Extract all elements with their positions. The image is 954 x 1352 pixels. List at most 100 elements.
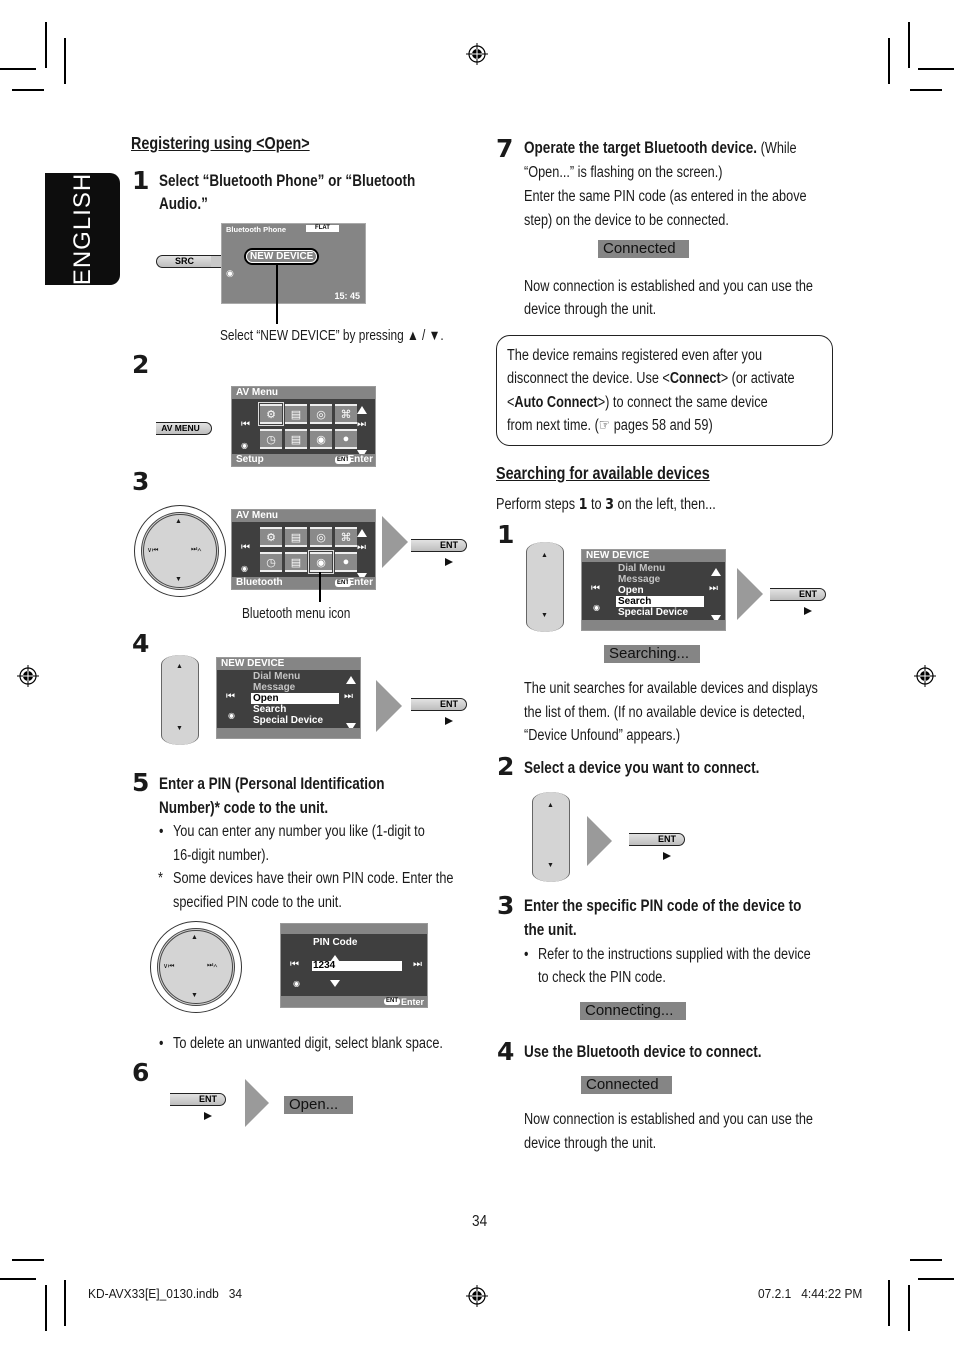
next-track-icon: ⏭ (709, 583, 718, 594)
disc-menu-icon[interactable]: ● (335, 429, 357, 449)
src-button[interactable]: SRC (156, 255, 212, 268)
bluetooth-icon: ◉ (241, 564, 248, 573)
registration-mark-icon (17, 665, 39, 687)
control-dial[interactable]: ▲ ▼ ∨⏮ ⏭∧ (150, 921, 242, 1013)
status-open: Open... (284, 1096, 353, 1114)
display-menu-icon[interactable]: ⌘ (335, 527, 357, 547)
menu-item-message[interactable]: Message (253, 682, 295, 693)
ent-button[interactable]: ENT (629, 833, 685, 846)
prev-track-icon: ⏮ (290, 959, 299, 970)
lcd-footer (582, 620, 725, 630)
display-menu-icon[interactable]: ⌘ (335, 404, 357, 424)
disc-menu-icon[interactable]: ● (335, 552, 357, 572)
bullet-text: 16-digit number). (173, 847, 270, 864)
up-down-rocker[interactable]: ▲ ▼ (526, 542, 564, 632)
lcd-av-menu-bluetooth: AV Menu ⏮ ⏭ ◉ ⚙ ▤ ◎ ⌘ ◷ ▤ ◉ ● Bluetooth … (231, 509, 376, 590)
lcd-new-device-open: NEW DEVICE Dial Menu Message Open Search… (216, 657, 361, 739)
next-arrow-icon (737, 568, 763, 620)
callout-line (276, 264, 278, 324)
equalizer-menu-icon[interactable]: ▤ (285, 527, 307, 547)
bullet-text: Refer to the instructions supplied with … (538, 946, 811, 963)
note-text: > (or activate (720, 370, 795, 387)
ent-button-label: ENT (658, 834, 676, 844)
bullet: • (159, 1035, 164, 1052)
callout-new-device: Select “NEW DEVICE” by pressing ▲ / ▼. (220, 328, 444, 344)
dial-right-icon: ⏭∧ (207, 962, 218, 969)
list-menu-icon[interactable]: ▤ (285, 429, 307, 449)
ent-button[interactable]: ENT (170, 1093, 226, 1106)
sound-menu-icon[interactable]: ◎ (310, 527, 332, 547)
lcd-footer-label: Setup (236, 454, 264, 465)
lcd-footer-label: Bluetooth (236, 577, 283, 588)
step-title: the unit. (524, 921, 577, 939)
auto-connect-menu-name: Auto Connect (514, 394, 598, 411)
list-menu-icon[interactable]: ▤ (285, 552, 307, 572)
step-number: 1 (132, 166, 150, 195)
step-text: Enter the same PIN code (as entered in t… (524, 188, 807, 205)
lcd-title: NEW DEVICE (217, 658, 360, 670)
lcd-footer: Setup ENT Enter (232, 454, 375, 466)
menu-item-dial-menu[interactable]: Dial Menu (253, 671, 300, 682)
menu-item-search[interactable]: Search (253, 704, 286, 715)
note-text: < (507, 394, 515, 411)
crop-mark (910, 1259, 942, 1261)
step-text: “Device Unfound” appears.) (524, 727, 681, 744)
bluetooth-menu-icon[interactable]: ◉ (308, 550, 334, 574)
step-number: 7 (496, 134, 514, 163)
scroll-up-icon (346, 671, 356, 689)
note-text: >) to connect the same device (597, 394, 768, 411)
control-dial[interactable]: ▲ ▼ ∨⏮ ⏭∧ (134, 505, 226, 597)
ent-button[interactable]: ENT (770, 588, 826, 601)
timer-menu-icon[interactable]: ◷ (260, 552, 282, 572)
lcd-footer-enter: Enter (347, 454, 373, 465)
note-page-reference[interactable]: from next time. (☞ pages 58 and 59) (507, 414, 713, 438)
crop-mark (0, 1278, 36, 1280)
rocker-up-icon: ▲ (547, 802, 554, 809)
ent-button[interactable]: ENT (411, 539, 467, 552)
av-menu-button-label: AV MENU (161, 423, 200, 433)
ent-button-label: ENT (440, 540, 458, 550)
play-icon (204, 1112, 212, 1120)
equalizer-menu-icon[interactable]: ▤ (285, 404, 307, 424)
menu-item-search[interactable]: Search (616, 596, 704, 607)
menu-item-open[interactable]: Open (251, 693, 339, 704)
step-title-rest: (While (757, 140, 797, 157)
av-menu-button[interactable]: AV MENU (156, 422, 212, 435)
menu-item-special-device[interactable]: Special Device (618, 607, 688, 618)
ent-button[interactable]: ENT (411, 698, 467, 711)
rocker-up-icon: ▲ (541, 552, 548, 559)
connect-menu-name: Connect (669, 370, 721, 387)
setup-menu-icon[interactable]: ⚙ (260, 527, 282, 547)
crop-mark (888, 1280, 890, 1326)
crop-mark (64, 38, 66, 84)
up-down-rocker[interactable]: ▲ ▼ (532, 792, 570, 882)
rocker-down-icon: ▼ (176, 725, 183, 732)
sound-menu-icon[interactable]: ◎ (310, 404, 332, 424)
note-line3: <Auto Connect>) to connect the same devi… (507, 391, 768, 415)
step-text: The unit searches for available devices … (524, 680, 818, 697)
menu-item-open[interactable]: Open (618, 585, 644, 596)
up-down-rocker[interactable]: ▲ ▼ (161, 655, 199, 745)
bullet-text: to check the PIN code. (538, 969, 666, 986)
timer-menu-icon[interactable]: ◷ (260, 429, 282, 449)
step-number: 6 (132, 1058, 150, 1087)
dial-up-icon: ▲ (191, 934, 198, 941)
next-arrow-icon (245, 1079, 269, 1127)
footnote-text: Some devices have their own PIN code. En… (173, 870, 454, 887)
pin-input[interactable]: 1234 (312, 961, 402, 971)
prev-track-icon: ⏮ (241, 542, 250, 553)
lcd-footer-enter: Enter (400, 997, 424, 1007)
menu-item-dial-menu[interactable]: Dial Menu (618, 563, 665, 574)
menu-item-message[interactable]: Message (618, 574, 660, 585)
lcd-title: AV Menu (232, 387, 375, 399)
step-text: device through the unit. (524, 301, 657, 318)
step-number: 3 (497, 891, 515, 920)
setup-menu-icon[interactable]: ⚙ (258, 402, 284, 426)
new-device-option[interactable]: NEW DEVICE (244, 248, 320, 265)
play-icon (445, 558, 453, 566)
crop-mark (888, 38, 890, 84)
menu-item-special-device[interactable]: Special Device (253, 715, 323, 726)
lcd-av-menu-setup: AV Menu ⏮ ⏭ ◉ ⚙ ▤ ◎ ⌘ ◷ ▤ ◉ ● Setup ENT … (231, 386, 376, 467)
next-track-icon: ⏭ (344, 691, 353, 702)
bluetooth-menu-icon[interactable]: ◉ (310, 429, 332, 449)
